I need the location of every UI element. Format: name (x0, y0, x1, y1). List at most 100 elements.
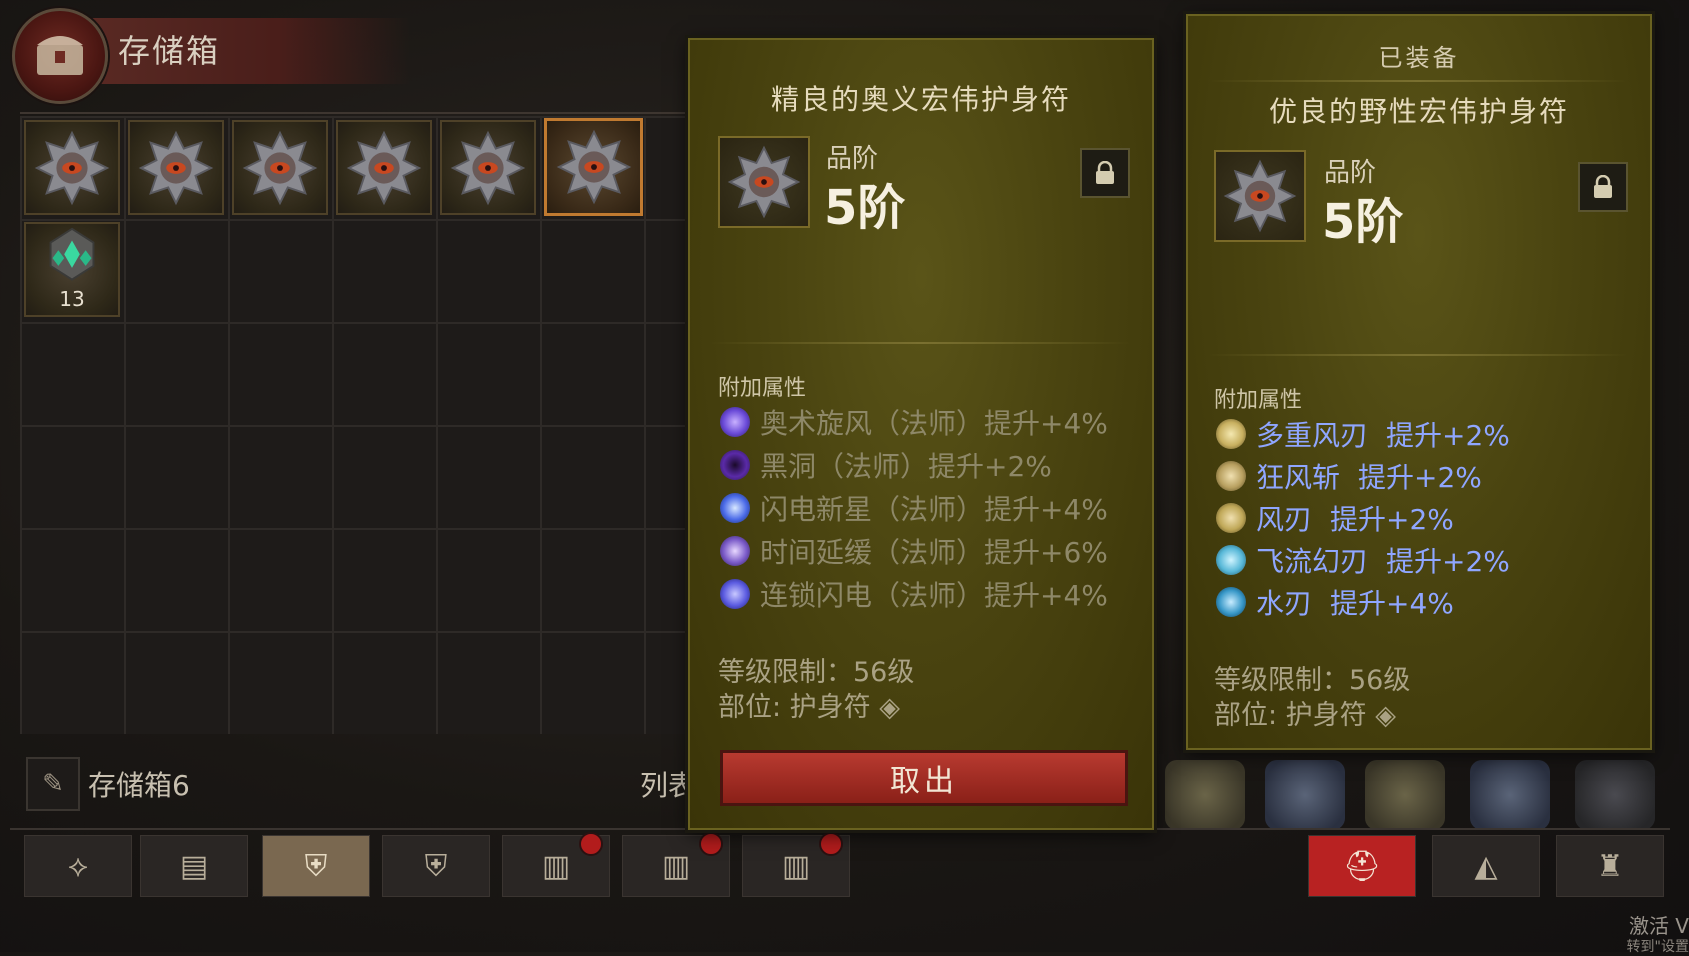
chain-lightning-icon (720, 579, 750, 609)
equipment-item (1165, 760, 1245, 830)
section-divider (710, 342, 1130, 344)
grade-value: 5阶 (1322, 194, 1404, 250)
quill-icon[interactable]: ✎ (26, 757, 80, 811)
inventory-slot-amulet[interactable] (24, 120, 120, 215)
equipment-item (1265, 760, 1345, 830)
tab-helmet[interactable]: ⛑ (1308, 835, 1416, 897)
affix-bonus: 提升+2% (1386, 545, 1510, 578)
storage-name: 存储箱6 (88, 769, 190, 802)
tab-bag[interactable]: ♜ (1556, 835, 1664, 897)
tab-locked-storage[interactable]: ▥ (622, 832, 730, 897)
amulet-icon (1223, 159, 1297, 233)
affix-bonus: 提升+2% (1358, 461, 1482, 494)
flying-blade-icon (1216, 545, 1246, 575)
wind-blade-icon (1216, 503, 1246, 533)
affix-bonus: 提升+4% (984, 493, 1108, 526)
affix-skill: 多重风刃 (1256, 419, 1369, 452)
amulet-tab-icon: ⟡ (68, 848, 88, 884)
tab-armor[interactable]: ⛨ (382, 835, 490, 897)
affix-line: 时间延缓 （法师） 提升+6% (720, 531, 1108, 571)
item-slot-text: 部位: 护身符 (1214, 700, 1367, 731)
affix-line: 飞流幻刃 提升+2% (1216, 540, 1510, 580)
grade-value: 5阶 (824, 180, 906, 236)
affix-line: 风刃 提升+2% (1216, 498, 1454, 538)
tab-locked-storage[interactable]: ▥ (742, 832, 850, 897)
take-out-button[interactable]: 取出 (720, 750, 1128, 806)
item-title: 精良的奥义宏伟护身符 (770, 83, 1071, 116)
affix-line: 连锁闪电 （法师） 提升+4% (720, 574, 1108, 614)
amulet-icon (450, 130, 526, 205)
affix-class: （法师） (872, 579, 985, 612)
page-title: 存储箱 (118, 32, 221, 70)
affix-line: 狂风斩 提升+2% (1216, 456, 1482, 496)
affix-line: 闪电新星 （法师） 提升+4% (720, 488, 1108, 528)
header-divider (20, 112, 690, 114)
lock-icon[interactable] (1080, 148, 1130, 198)
amulet-icon (138, 130, 214, 205)
affix-line: 奥术旋风 （法师） 提升+4% (720, 402, 1108, 442)
affix-bonus: 提升+4% (984, 579, 1108, 612)
equipment-item (1470, 760, 1550, 830)
affix-skill: 奥术旋风 (760, 407, 873, 440)
affix-skill: 狂风斩 (1256, 461, 1341, 494)
chest-icon (12, 8, 108, 104)
tab-locked-storage[interactable]: ▥ (502, 832, 610, 897)
affix-line: 黑洞 （法师） 提升+2% (720, 445, 1052, 485)
locked-chest-tab-icon: ▥ (781, 848, 811, 884)
affix-bonus: 提升+4% (984, 407, 1108, 440)
tab-amulets[interactable]: ⟡ (24, 835, 132, 897)
lightning-nova-icon (720, 493, 750, 523)
locked-chest-tab-icon: ▥ (661, 848, 691, 884)
amulet-slot-icon: ◈ (1375, 700, 1397, 731)
lock-icon[interactable] (1578, 162, 1628, 212)
item-slot-type: 部位: 护身符 ◈ (718, 685, 900, 724)
tab-chest-armor[interactable]: ⛨ (262, 835, 370, 897)
inventory-slot-amulet[interactable] (336, 120, 432, 215)
item-icon-box (718, 136, 810, 228)
affix-skill: 闪电新星 (760, 493, 873, 526)
inventory-slot-amulet[interactable] (232, 120, 328, 215)
affix-bonus: 提升+2% (1330, 503, 1454, 536)
amulet-icon (556, 129, 631, 205)
locked-chest-tab-icon: ▥ (541, 848, 571, 884)
affix-skill: 时间延缓 (760, 536, 873, 569)
section-divider (1208, 354, 1628, 356)
equipped-label: 已装备 (1378, 44, 1460, 72)
amulet-slot-icon: ◈ (879, 692, 901, 723)
inventory-slot-gem[interactable]: 13 (24, 222, 120, 317)
inventory-slot-amulet[interactable] (128, 120, 224, 215)
affix-skill: 水刃 (1256, 587, 1313, 620)
item-slot-text: 部位: 护身符 (718, 692, 871, 723)
activation-watermark: 激活 V (1628, 914, 1689, 938)
item-tooltip: 精良的奥义宏伟护身符 品阶 5阶 附加属性 奥术旋风 （法师） 提升+4% 黑洞 （法… (688, 38, 1154, 830)
notification-badge (699, 832, 723, 856)
bag-tab-icon: ♜ (1596, 848, 1624, 884)
inventory-slot-selected[interactable] (544, 118, 643, 216)
equipment-item (1365, 760, 1445, 830)
equipped-item-tooltip: 已装备 优良的野性宏伟护身符 品阶 5阶 附加属性 多重风刃 提升+2% 狂风斩提… (1186, 14, 1652, 750)
equipment-item (1575, 760, 1655, 830)
item-icon-box (1214, 150, 1306, 242)
affix-class: （法师） (816, 450, 929, 483)
gale-slash-icon (1216, 461, 1246, 491)
affix-line: 水刃 提升+4% (1216, 582, 1454, 622)
chest-armor-tab-icon: ⛨ (304, 848, 328, 884)
item-slot-type: 部位: 护身符 ◈ (1214, 693, 1396, 732)
storage-header: 存储箱 (0, 0, 690, 104)
notification-badge (819, 832, 843, 856)
helmet-tab-icon: ⛑ (1342, 848, 1382, 884)
affix-header: 附加属性 (1214, 388, 1303, 413)
gem-count: 13 (59, 287, 85, 311)
amulet-icon (242, 130, 318, 205)
inventory-slot-amulet[interactable] (440, 120, 536, 215)
material-tab-icon: ◭ (1474, 848, 1498, 884)
affix-skill: 风刃 (1256, 503, 1313, 536)
chest-tab-icon: ▤ (179, 848, 209, 884)
amulet-icon (727, 145, 801, 219)
tab-storage[interactable]: ▤ (140, 835, 248, 897)
affix-header: 附加属性 (718, 376, 807, 401)
tab-materials[interactable]: ◭ (1432, 835, 1540, 897)
level-requirement: 等级限制：56级 (718, 657, 915, 688)
armor-tab-icon: ⛨ (424, 848, 448, 884)
section-divider (1208, 80, 1628, 82)
